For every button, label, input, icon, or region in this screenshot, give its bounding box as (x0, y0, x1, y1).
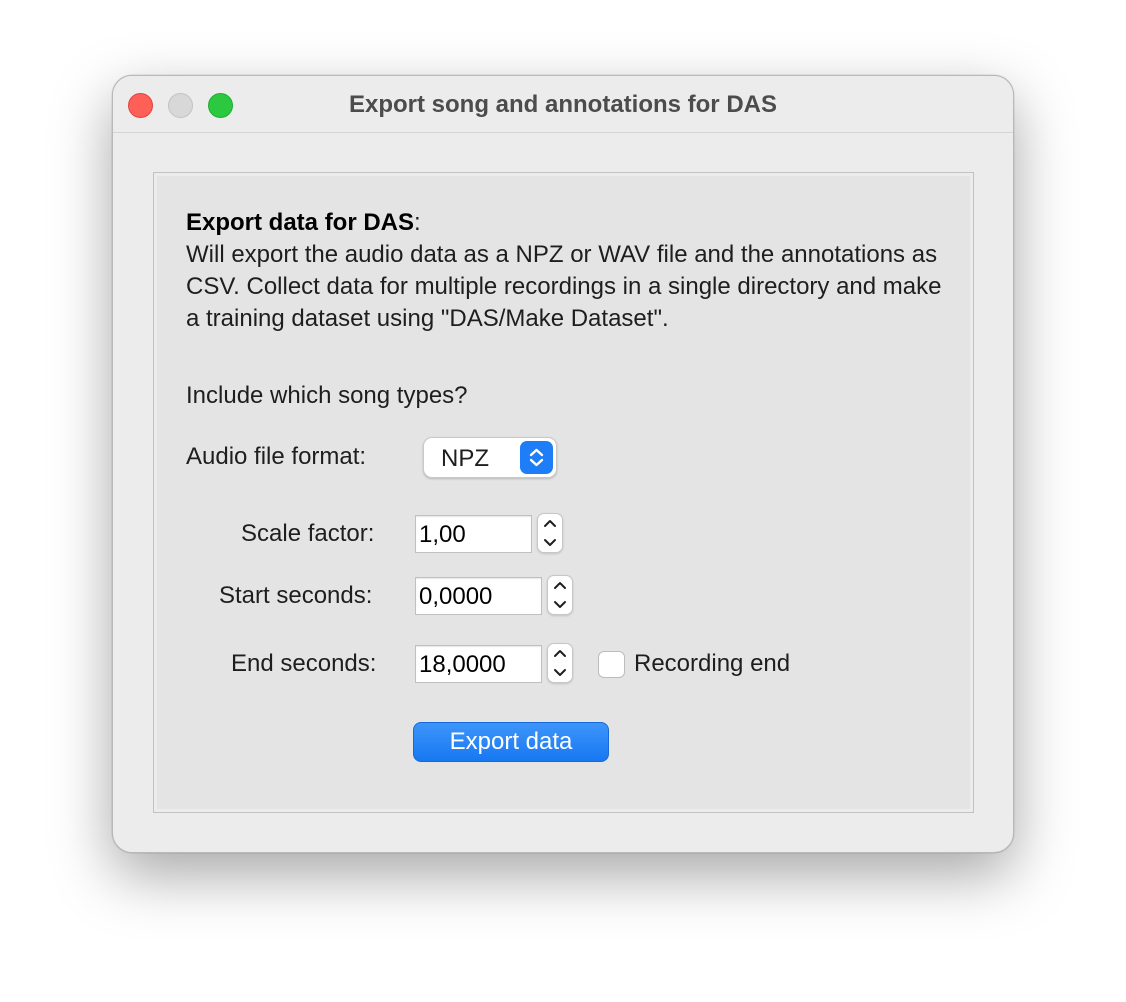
start-seconds-label: Start seconds: (219, 582, 373, 609)
end-seconds-label: End seconds: (231, 650, 377, 677)
description-heading: Export data for DAS (186, 209, 415, 236)
audio-format-label: Audio file format: (186, 443, 367, 470)
scale-factor-label: Scale factor: (241, 520, 375, 547)
scale-factor-stepper[interactable] (537, 513, 563, 553)
scale-factor-decrement-button[interactable] (538, 533, 562, 552)
description-text: Export data for DAS: Will export the aud… (186, 207, 956, 335)
audio-format-select[interactable]: NPZ (423, 437, 557, 478)
description-heading-colon: : (414, 209, 421, 236)
chevron-up-icon (554, 582, 566, 589)
end-seconds-increment-button[interactable] (548, 644, 572, 663)
end-seconds-stepper[interactable] (547, 643, 573, 683)
audio-format-value: NPZ (441, 445, 489, 472)
start-seconds-input[interactable]: 0,0000 (415, 577, 542, 615)
end-seconds-input[interactable]: 18,0000 (415, 645, 542, 683)
end-seconds-decrement-button[interactable] (548, 663, 572, 682)
window-title: Export song and annotations for DAS (348, 91, 777, 118)
export-dialog-window: Export song and annotations for DAS Expo… (112, 75, 1014, 853)
chevron-down-icon (554, 601, 566, 608)
chevron-down-icon (544, 539, 556, 546)
up-down-chevron-icon (520, 441, 553, 474)
export-data-button[interactable]: Export data (413, 722, 609, 762)
scale-factor-input[interactable]: 1,00 (415, 515, 532, 553)
song-types-label: Include which song types? (186, 382, 468, 409)
chevron-up-icon (554, 650, 566, 657)
start-seconds-decrement-button[interactable] (548, 595, 572, 614)
chevron-down-icon (554, 669, 566, 676)
start-seconds-increment-button[interactable] (548, 576, 572, 595)
scale-factor-increment-button[interactable] (538, 514, 562, 533)
recording-end-label[interactable]: Recording end (634, 650, 790, 678)
description-body: Will export the audio data as a NPZ or W… (186, 241, 942, 332)
start-seconds-stepper[interactable] (547, 575, 573, 615)
title-bar: Export song and annotations for DAS (113, 76, 1013, 133)
export-options-panel: Export data for DAS: Will export the aud… (153, 172, 974, 813)
chevron-up-icon (544, 520, 556, 527)
recording-end-checkbox[interactable] (598, 651, 625, 678)
